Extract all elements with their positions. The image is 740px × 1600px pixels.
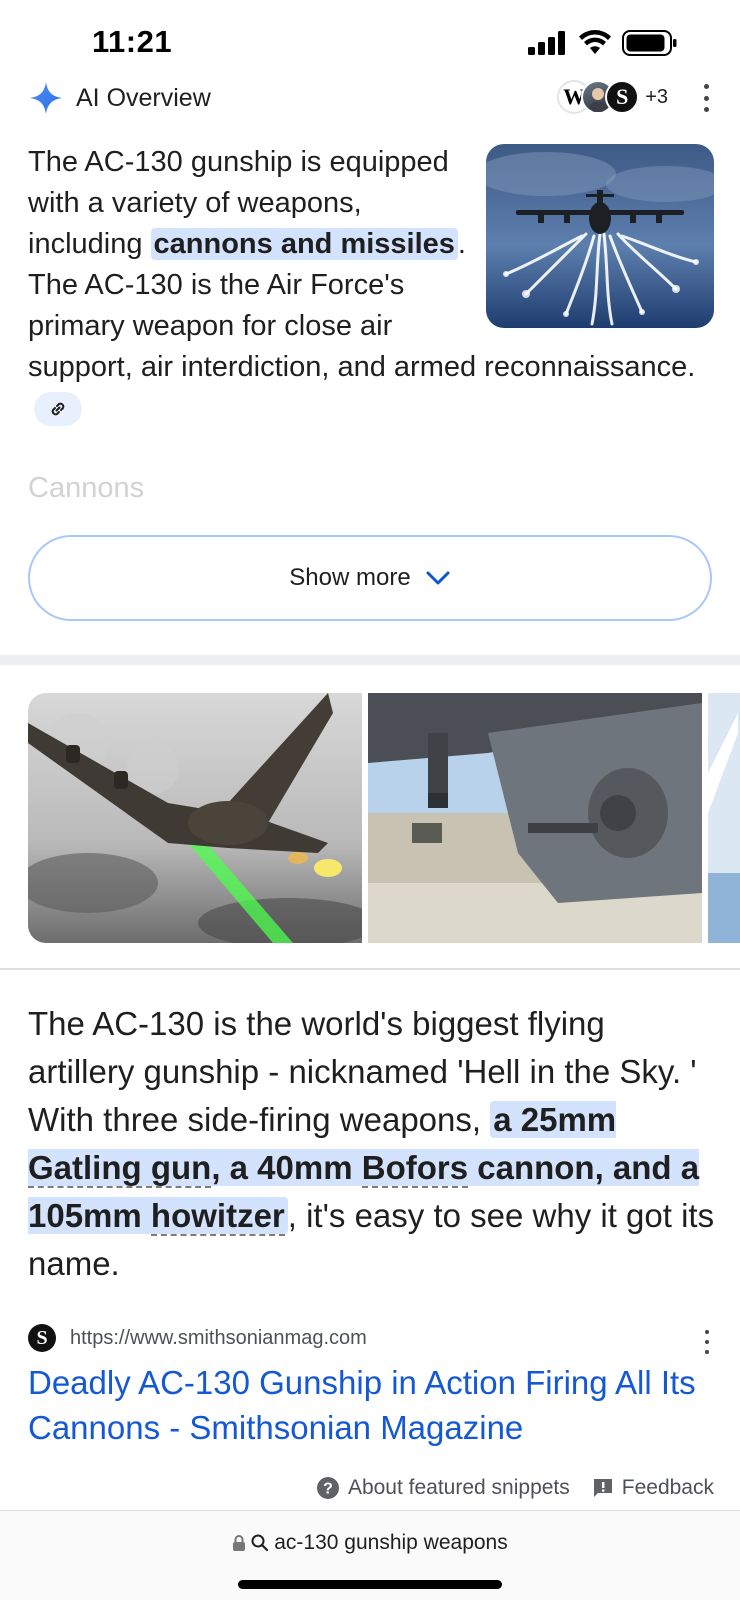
howitzer-term[interactable]: howitzer bbox=[150, 1197, 285, 1236]
section-divider-thin bbox=[0, 968, 740, 970]
section-divider bbox=[0, 655, 740, 665]
show-more-button[interactable]: Show more bbox=[28, 535, 712, 621]
battery-icon bbox=[622, 30, 677, 56]
overview-highlight[interactable]: cannons and missiles bbox=[150, 228, 458, 260]
search-icon bbox=[251, 1534, 269, 1552]
status-time: 11:21 bbox=[92, 24, 173, 59]
wifi-icon bbox=[579, 30, 611, 54]
ai-overview-text: The AC-130 gunship is equipped with a va… bbox=[28, 142, 714, 429]
snippet-source-row[interactable]: S https://www.smithsonianmag.com bbox=[28, 1322, 718, 1354]
url-field[interactable]: ac-130 gunship weapons bbox=[0, 1531, 740, 1555]
link-icon bbox=[51, 403, 65, 416]
ai-overview-header: AI Overview W S +3 bbox=[28, 74, 718, 122]
help-icon: ? bbox=[316, 1477, 339, 1499]
snippet-hl-part-a: a 25mm bbox=[493, 1101, 617, 1138]
cellular-signal-icon bbox=[528, 31, 565, 55]
carousel-image-gunship-ground[interactable] bbox=[368, 693, 702, 943]
faded-section-heading: Cannons bbox=[28, 472, 145, 504]
ai-sparkle-icon bbox=[30, 82, 62, 114]
svg-text:?: ? bbox=[323, 1481, 333, 1498]
image-carousel[interactable] bbox=[28, 693, 740, 943]
result-options-icon[interactable] bbox=[702, 1330, 712, 1354]
about-featured-snippets-label: About featured snippets bbox=[347, 1476, 570, 1499]
snippet-footer: ? About featured snippets Feedback bbox=[316, 1476, 714, 1500]
bofors-term[interactable]: Bofors bbox=[361, 1149, 469, 1188]
browser-url-bar[interactable]: ac-130 gunship weapons bbox=[0, 1511, 740, 1600]
home-indicator[interactable] bbox=[238, 1580, 502, 1589]
more-sources-count: +3 bbox=[645, 85, 668, 108]
source-url[interactable]: https://www.smithsonianmag.com bbox=[70, 1327, 367, 1350]
result-title-link[interactable]: Deadly AC-130 Gunship in Action Firing A… bbox=[28, 1360, 718, 1450]
featured-snippet-text: The AC-130 is the world's biggest flying… bbox=[28, 1000, 718, 1288]
source-link-chip[interactable] bbox=[34, 392, 82, 427]
ai-overview-title: AI Overview bbox=[76, 83, 211, 112]
smithsonian-icon: S bbox=[605, 80, 640, 114]
feedback-label: Feedback bbox=[621, 1476, 714, 1499]
ac130-flares-thumbnail[interactable] bbox=[486, 144, 714, 328]
smithsonian-favicon-icon: S bbox=[28, 1324, 56, 1352]
gatling-gun-term[interactable]: Gatling gun bbox=[28, 1149, 212, 1188]
feedback-link[interactable]: Feedback bbox=[592, 1476, 714, 1500]
snippet-hl-part-b: , a 40mm bbox=[211, 1149, 362, 1186]
feedback-icon bbox=[593, 1479, 612, 1497]
about-featured-snippets-link[interactable]: ? About featured snippets bbox=[316, 1476, 570, 1500]
status-icons bbox=[528, 30, 678, 56]
carousel-image-partial[interactable] bbox=[708, 693, 740, 943]
ai-overview-sources[interactable]: W S +3 bbox=[557, 80, 668, 114]
lock-icon bbox=[233, 1535, 246, 1551]
more-options-icon[interactable] bbox=[694, 84, 718, 112]
show-more-label: Show more bbox=[289, 564, 411, 591]
chevron-down-icon bbox=[426, 571, 450, 585]
search-query: ac-130 gunship weapons bbox=[274, 1531, 508, 1554]
carousel-image-gunship-firing[interactable] bbox=[28, 693, 362, 943]
